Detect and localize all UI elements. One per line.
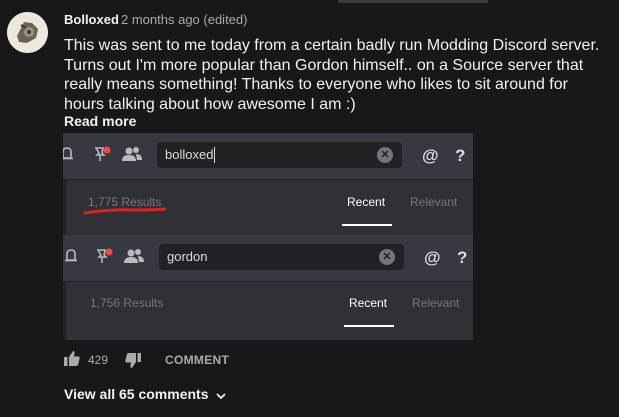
mention-icon[interactable]: @ xyxy=(424,248,441,268)
mention-icon[interactable]: @ xyxy=(422,146,439,166)
help-icon[interactable]: ? xyxy=(457,248,467,268)
pin-icon xyxy=(95,247,113,269)
reply-comment-button[interactable]: COMMENT xyxy=(165,353,229,367)
tab-relevant[interactable]: Relevant xyxy=(410,195,457,209)
tab-recent[interactable]: Recent xyxy=(347,195,385,209)
top-divider xyxy=(338,0,488,3)
view-all-comments-link[interactable]: View all 65 comments xyxy=(64,386,227,403)
results-count: 1,756 Results xyxy=(90,296,164,310)
tab-recent-underline xyxy=(344,325,394,327)
tab-recent-underline xyxy=(342,224,392,226)
comment-timestamp[interactable]: 2 months ago (edited) xyxy=(121,12,247,27)
chevron-down-icon xyxy=(216,387,227,403)
comment-text: This was sent to me today from a certain… xyxy=(64,37,600,113)
like-count: 429 xyxy=(88,353,109,367)
channel-edge xyxy=(63,281,66,340)
bell-icon xyxy=(65,248,77,268)
red-underline-annotation xyxy=(83,207,167,215)
bell-icon xyxy=(63,146,73,166)
help-icon[interactable]: ? xyxy=(455,146,465,166)
discord-screenshot-2: gordon ✕ @ ? 1,756 Results Recent Releva… xyxy=(63,235,473,340)
discord-screenshot-1: bolloxed ✕ @ ? 1,775 Results Recent Rele… xyxy=(63,133,473,236)
clear-icon[interactable]: ✕ xyxy=(379,249,395,265)
channel-edge xyxy=(63,179,66,236)
thumbs-down-icon[interactable] xyxy=(125,353,141,373)
tab-relevant[interactable]: Relevant xyxy=(412,296,459,310)
search-input[interactable]: bolloxed xyxy=(157,142,402,168)
tab-recent[interactable]: Recent xyxy=(349,296,387,310)
members-icon xyxy=(121,146,143,166)
view-all-label: View all 65 comments xyxy=(64,386,209,402)
clear-icon[interactable]: ✕ xyxy=(377,147,393,163)
read-more-link[interactable]: Read more xyxy=(64,113,136,129)
search-input[interactable]: gordon xyxy=(159,244,404,270)
avatar[interactable] xyxy=(7,12,48,53)
text-cursor xyxy=(214,147,215,163)
comment-author[interactable]: Bolloxed xyxy=(64,12,119,27)
search-query: gordon xyxy=(167,249,208,264)
members-icon xyxy=(123,248,145,268)
pin-icon xyxy=(93,145,111,167)
thumbs-up-icon[interactable] xyxy=(64,351,80,371)
search-query: bolloxed xyxy=(165,147,214,162)
